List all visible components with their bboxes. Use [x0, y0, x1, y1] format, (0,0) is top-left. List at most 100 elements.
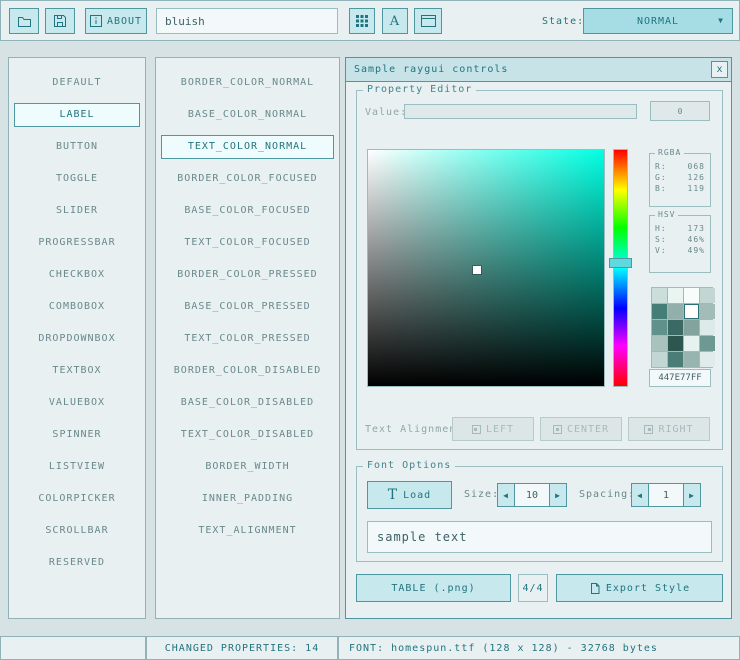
size-decrease-button[interactable]: ◀	[497, 483, 515, 507]
list-item-toggle[interactable]: TOGGLE	[14, 167, 140, 191]
list-item-listview[interactable]: LISTVIEW	[14, 455, 140, 479]
list-item-textbox[interactable]: TEXTBOX	[14, 359, 140, 383]
palette-swatch[interactable]	[684, 352, 699, 367]
font-mode-button[interactable]: A	[382, 8, 408, 34]
pages-indicator[interactable]: 4/4	[518, 574, 548, 602]
size-value-box[interactable]: 10	[515, 483, 549, 507]
palette-swatch[interactable]	[684, 336, 699, 351]
list-item-border_color_pressed[interactable]: BORDER_COLOR_PRESSED	[161, 263, 334, 287]
style-name-input[interactable]	[156, 8, 338, 34]
hue-slider[interactable]	[613, 149, 628, 387]
spacing-label: Spacing:	[579, 489, 635, 500]
list-item-valuebox[interactable]: VALUEBOX	[14, 391, 140, 415]
rgba-row-g: G: 126	[650, 171, 710, 182]
palette-swatch[interactable]	[652, 304, 667, 319]
export-style-button[interactable]: Export Style	[556, 574, 723, 602]
list-item-text_color_focused[interactable]: TEXT_COLOR_FOCUSED	[161, 231, 334, 255]
list-item-text_color_disabled[interactable]: TEXT_COLOR_DISABLED	[161, 423, 334, 447]
toolbar: ABOUT A State: NORMAL ▼	[0, 0, 740, 41]
list-item-colorpicker[interactable]: COLORPICKER	[14, 487, 140, 511]
palette-swatch[interactable]	[684, 288, 699, 303]
save-icon	[53, 14, 67, 28]
list-item-border_color_normal[interactable]: BORDER_COLOR_NORMAL	[161, 71, 334, 95]
size-increase-button[interactable]: ▶	[549, 483, 567, 507]
hue-slider-handle[interactable]	[609, 258, 632, 268]
list-item-text_color_pressed[interactable]: TEXT_COLOR_PRESSED	[161, 327, 334, 351]
load-font-button[interactable]: T Load	[367, 481, 452, 509]
open-style-button[interactable]	[9, 8, 39, 34]
rguistyler-app: ABOUT A State: NORMAL ▼ DEFAULT LABEL BUTT…	[0, 0, 740, 660]
window-mode-button[interactable]	[414, 8, 442, 34]
align-right-button[interactable]: RIGHT	[628, 417, 710, 441]
list-item-progressbar[interactable]: PROGRESSBAR	[14, 231, 140, 255]
list-item-default[interactable]: DEFAULT	[14, 71, 140, 95]
list-item-label[interactable]: LABEL	[14, 103, 140, 127]
palette-swatch[interactable]	[684, 320, 699, 335]
value-box[interactable]: 0	[650, 101, 710, 121]
close-window-button[interactable]: x	[711, 61, 728, 78]
palette-swatch[interactable]	[652, 336, 667, 351]
align-center-button[interactable]: CENTER	[540, 417, 622, 441]
rgba-g-value: 126	[688, 173, 705, 182]
color-picker-area[interactable]	[367, 149, 605, 387]
list-item-border_color_focused[interactable]: BORDER_COLOR_FOCUSED	[161, 167, 334, 191]
hex-value-box[interactable]: 447E77FF	[649, 369, 711, 387]
table-export-label: TABLE (.png)	[391, 583, 475, 594]
list-item-slider[interactable]: SLIDER	[14, 199, 140, 223]
align-left-button[interactable]: LEFT	[452, 417, 534, 441]
list-item-base_color_pressed[interactable]: BASE_COLOR_PRESSED	[161, 295, 334, 319]
list-item-text_color_normal[interactable]: TEXT_COLOR_NORMAL	[161, 135, 334, 159]
sample-text-input[interactable]: sample text	[367, 521, 712, 553]
list-item-combobox[interactable]: COMBOBOX	[14, 295, 140, 319]
palette-swatch[interactable]	[700, 304, 715, 319]
table-export-button[interactable]: TABLE (.png)	[356, 574, 511, 602]
list-item-border_width[interactable]: BORDER_WIDTH	[161, 455, 334, 479]
list-item-button[interactable]: BUTTON	[14, 135, 140, 159]
list-item-reserved[interactable]: RESERVED	[14, 551, 140, 575]
spacing-value-box[interactable]: 1	[649, 483, 683, 507]
palette-swatch[interactable]	[668, 352, 683, 367]
palette-swatch[interactable]	[700, 336, 715, 351]
sample-window-titlebar[interactable]: Sample raygui controls x	[346, 58, 731, 82]
save-style-button[interactable]	[45, 8, 75, 34]
state-dropdown[interactable]: NORMAL ▼	[583, 8, 733, 34]
hex-value-text: 447E77FF	[658, 373, 701, 383]
palette-swatch[interactable]	[652, 352, 667, 367]
list-item-base_color_focused[interactable]: BASE_COLOR_FOCUSED	[161, 199, 334, 223]
palette-swatch[interactable]	[668, 288, 683, 303]
font-options-title: Font Options	[363, 460, 455, 471]
palette-swatch[interactable]	[700, 320, 715, 335]
window-icon	[421, 15, 436, 27]
grid-mode-button[interactable]	[349, 8, 375, 34]
list-item-border_color_disabled[interactable]: BORDER_COLOR_DISABLED	[161, 359, 334, 383]
palette-swatch[interactable]	[652, 320, 667, 335]
grid-icon	[356, 15, 368, 27]
palette-swatch[interactable]	[652, 288, 667, 303]
palette-swatch[interactable]	[700, 352, 715, 367]
list-item-base_color_normal[interactable]: BASE_COLOR_NORMAL	[161, 103, 334, 127]
color-palette-grid	[651, 287, 713, 368]
about-button[interactable]: ABOUT	[85, 8, 147, 34]
list-item-checkbox[interactable]: CHECKBOX	[14, 263, 140, 287]
export-style-label: Export Style	[606, 583, 690, 594]
palette-swatch[interactable]	[684, 304, 699, 319]
color-picker-cursor[interactable]	[473, 266, 481, 274]
spacing-decrease-button[interactable]: ◀	[631, 483, 649, 507]
value-slider[interactable]	[404, 104, 637, 119]
list-item-spinner[interactable]: SPINNER	[14, 423, 140, 447]
palette-swatch[interactable]	[668, 304, 683, 319]
status-font-info: FONT: homespun.ttf (128 x 128) - 32768 b…	[338, 636, 740, 660]
export-file-icon	[589, 582, 601, 595]
list-item-scrollbar[interactable]: SCROLLBAR	[14, 519, 140, 543]
palette-swatch[interactable]	[668, 336, 683, 351]
spacing-increase-button[interactable]: ▶	[683, 483, 701, 507]
hsv-s-value: 46%	[688, 235, 705, 244]
rgba-panel: RGBA R: 068 G: 126 B: 119	[649, 153, 711, 207]
list-item-dropdownbox[interactable]: DROPDOWNBOX	[14, 327, 140, 351]
list-item-inner_padding[interactable]: INNER_PADDING	[161, 487, 334, 511]
palette-swatch[interactable]	[700, 288, 715, 303]
palette-swatch[interactable]	[668, 320, 683, 335]
pages-indicator-text: 4/4	[522, 583, 543, 594]
list-item-base_color_disabled[interactable]: BASE_COLOR_DISABLED	[161, 391, 334, 415]
list-item-text_alignment[interactable]: TEXT_ALIGNMENT	[161, 519, 334, 543]
